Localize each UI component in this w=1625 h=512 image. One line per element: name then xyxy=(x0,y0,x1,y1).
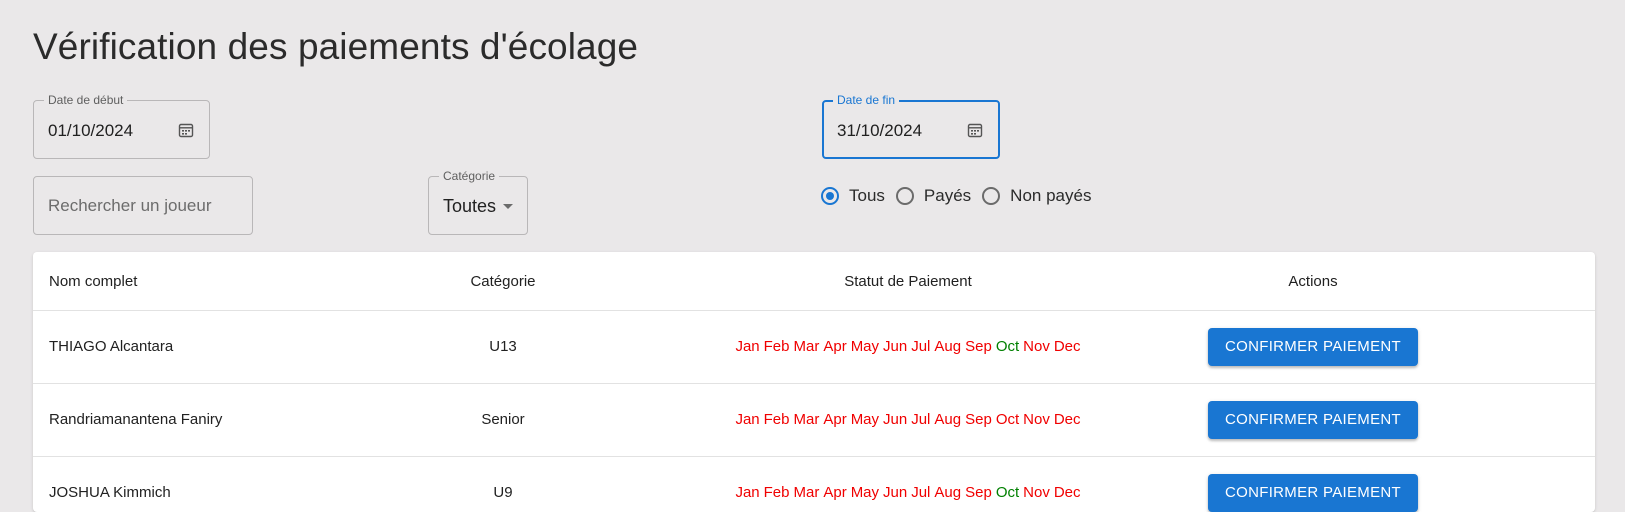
month-status-jun: Jun xyxy=(883,484,908,501)
month-status-sep: Sep xyxy=(965,411,992,428)
player-category: Senior xyxy=(481,411,525,428)
month-status-jan: Jan xyxy=(735,484,760,501)
header-actions: Actions xyxy=(1288,272,1338,290)
month-status-jun: Jun xyxy=(883,411,908,428)
month-status-feb: Feb xyxy=(763,411,790,428)
month-status-mar: Mar xyxy=(793,484,820,501)
month-status-aug: Aug xyxy=(934,338,962,355)
end-date-value[interactable]: 31/10/2024 xyxy=(837,121,922,141)
payment-status: Jan Feb Mar Apr May Jun Jul Aug Sep Oct Nov Dec xyxy=(673,456,1143,512)
month-status-sep: Sep xyxy=(965,338,992,355)
month-status-jan: Jan xyxy=(735,411,760,428)
month-status-jul: Jul xyxy=(911,338,931,355)
calendar-icon[interactable] xyxy=(967,122,983,138)
player-category: U9 xyxy=(493,484,513,501)
month-status-nov: Nov xyxy=(1023,338,1050,355)
radio-tous[interactable]: Tous xyxy=(821,186,885,206)
table-header-row: Nom complet Catégorie Statut de Paiement… xyxy=(33,252,1595,311)
month-status-mar: Mar xyxy=(793,411,820,428)
player-name: THIAGO Alcantara xyxy=(49,338,174,355)
month-status-oct: Oct xyxy=(995,411,1020,428)
table-row: THIAGO Alcantara U13 Jan Feb Mar Apr May Jun J… xyxy=(33,310,1595,384)
confirm-payment-button[interactable]: CONFIRMER PAIEMENT xyxy=(1208,473,1418,512)
month-status-apr: Apr xyxy=(823,411,847,428)
table-row: Randriamanantena Faniry Senior Jan Feb Mar… xyxy=(33,383,1595,457)
dropdown-arrow-icon xyxy=(503,204,513,209)
radio-unchecked-icon[interactable] xyxy=(895,187,914,205)
payment-status: Jan Feb Mar Apr May Jun Jul Aug Sep Oct Nov Dec xyxy=(673,310,1143,383)
radio-non-payes[interactable]: Non payés xyxy=(982,186,1091,206)
month-status-jan: Jan xyxy=(735,338,760,355)
confirm-payment-button[interactable]: CONFIRMER PAIEMENT xyxy=(1208,400,1418,439)
month-status-apr: Apr xyxy=(823,484,847,501)
player-name: JOSHUA Kimmich xyxy=(49,484,171,501)
month-status-mar: Mar xyxy=(793,338,820,355)
month-status-may: May xyxy=(850,338,880,355)
confirm-payment-button[interactable]: CONFIRMER PAIEMENT xyxy=(1208,327,1418,366)
month-status-jun: Jun xyxy=(883,338,908,355)
month-status-may: May xyxy=(850,411,880,428)
radio-label: Non payés xyxy=(1010,186,1092,205)
month-status-apr: Apr xyxy=(823,338,847,355)
month-status-oct: Oct xyxy=(995,484,1020,501)
category-select[interactable]: Catégorie Toutes xyxy=(428,168,528,235)
month-status-nov: Nov xyxy=(1023,411,1050,428)
month-status-may: May xyxy=(850,484,880,501)
actions-cell: CONFIRMER PAIEMENT xyxy=(1193,310,1433,383)
month-status-dec: Dec xyxy=(1053,338,1081,355)
end-date-field[interactable]: Date de fin 31/10/2024 xyxy=(822,92,1000,159)
radio-unchecked-icon[interactable] xyxy=(982,187,1001,205)
month-status-feb: Feb xyxy=(763,484,790,501)
radio-checked-icon[interactable] xyxy=(821,187,839,205)
player-name: Randriamanantena Faniry xyxy=(49,411,223,428)
category-select-value: Toutes xyxy=(443,196,497,216)
header-category: Catégorie xyxy=(470,272,536,290)
page-title: Vérification des paiements d'écolage xyxy=(33,26,639,67)
month-status-feb: Feb xyxy=(763,338,790,355)
player-search-input[interactable] xyxy=(33,176,253,235)
radio-label: Tous xyxy=(849,186,885,205)
start-date-label: Date de début xyxy=(44,92,128,108)
start-date-value[interactable]: 01/10/2024 xyxy=(48,121,133,141)
month-status-aug: Aug xyxy=(934,411,962,428)
month-status-jul: Jul xyxy=(911,411,931,428)
month-status-dec: Dec xyxy=(1053,411,1081,428)
month-status-dec: Dec xyxy=(1053,484,1081,501)
header-status: Statut de Paiement xyxy=(844,272,972,290)
month-status-jul: Jul xyxy=(911,484,931,501)
actions-cell: CONFIRMER PAIEMENT xyxy=(1193,383,1433,456)
calendar-icon[interactable] xyxy=(178,122,194,138)
month-status-aug: Aug xyxy=(934,484,962,501)
start-date-field[interactable]: Date de début 01/10/2024 xyxy=(33,92,210,159)
payment-status: Jan Feb Mar Apr May Jun Jul Aug Sep Oct Nov Dec xyxy=(673,383,1143,456)
table-row: JOSHUA Kimmich U9 Jan Feb Mar Apr May Jun Jul A… xyxy=(33,456,1595,512)
category-select-label: Catégorie xyxy=(439,168,500,184)
header-name: Nom complet xyxy=(49,272,138,290)
month-status-nov: Nov xyxy=(1023,484,1050,501)
payment-status-radio-group: Tous Payés Non payés xyxy=(821,186,1102,206)
month-status-oct: Oct xyxy=(995,338,1020,355)
month-status-sep: Sep xyxy=(965,484,992,501)
payments-table: Nom complet Catégorie Statut de Paiement… xyxy=(33,252,1595,512)
radio-label: Payés xyxy=(923,186,972,205)
end-date-label: Date de fin xyxy=(833,92,900,108)
radio-payes[interactable]: Payés xyxy=(895,186,972,206)
player-category: U13 xyxy=(489,338,517,355)
actions-cell: CONFIRMER PAIEMENT xyxy=(1193,456,1433,512)
